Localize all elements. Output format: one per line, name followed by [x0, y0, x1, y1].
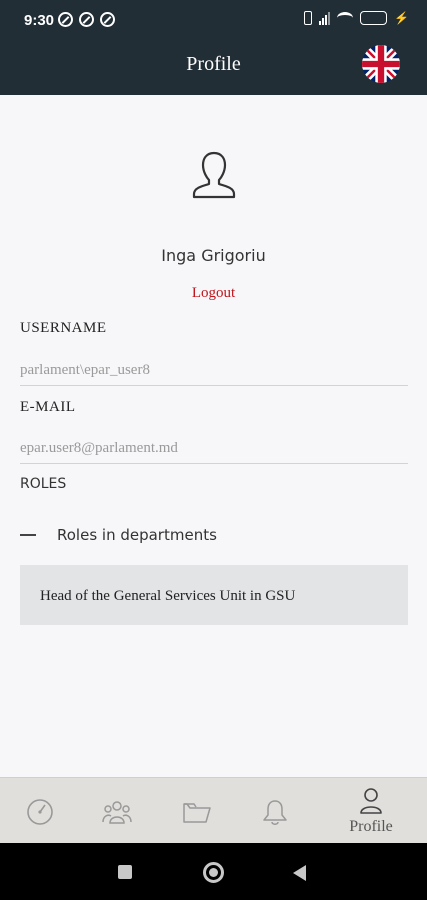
charging-icon: ⚡ [394, 11, 409, 25]
roles-label: ROLES [20, 476, 67, 492]
profile-icon [360, 788, 382, 814]
dashboard-gauge-icon [27, 799, 53, 825]
recents-button[interactable] [118, 865, 132, 879]
email-field: epar.user8@parlament.md [20, 440, 178, 456]
role-item: Head of the General Services Unit in GSU [20, 565, 408, 625]
bottom-nav: Profile [0, 777, 427, 843]
nav-item-profile-label: Profile [349, 818, 393, 835]
status-time: 9:30 [24, 12, 55, 29]
group-icon [102, 801, 132, 824]
bluetooth-icon [304, 11, 313, 25]
logout-button[interactable]: Logout [0, 285, 427, 302]
silent-icon [58, 12, 73, 27]
nav-item-folder[interactable] [168, 778, 226, 844]
signal-icon [319, 11, 331, 25]
system-nav-bar [0, 843, 427, 900]
battery-icon: 61 [360, 11, 388, 25]
username-divider [20, 385, 408, 386]
notification-icon [79, 12, 94, 27]
email-label: E-MAIL [20, 399, 76, 415]
bell-icon [263, 800, 287, 825]
avatar-icon [190, 150, 238, 200]
nav-item-groups[interactable] [88, 778, 146, 844]
role-item-text: Head of the General Services Unit in GSU [40, 588, 296, 604]
wifi-icon [337, 12, 354, 24]
folder-icon [183, 803, 211, 823]
nav-item-profile[interactable]: Profile [336, 778, 406, 844]
roles-in-departments-toggle[interactable]: Roles in departments [20, 516, 408, 554]
collapse-icon [20, 534, 36, 536]
battery-level: 61 [368, 12, 379, 22]
roles-in-departments-label: Roles in departments [57, 526, 217, 544]
notification-icon [100, 12, 115, 27]
nav-item-dashboard[interactable] [10, 778, 68, 844]
back-button[interactable] [293, 865, 306, 881]
home-button[interactable] [203, 862, 224, 883]
username-field: parlament\epar_user8 [20, 362, 150, 378]
email-divider [20, 463, 408, 464]
status-bar: 9:30 61 ⚡ [0, 0, 427, 40]
uk-flag-icon[interactable] [362, 45, 400, 83]
username-label: USERNAME [20, 320, 107, 336]
nav-item-notifications[interactable] [246, 778, 304, 844]
app-bar: Profile [0, 40, 427, 95]
user-name: Inga Grigoriu [161, 246, 266, 265]
